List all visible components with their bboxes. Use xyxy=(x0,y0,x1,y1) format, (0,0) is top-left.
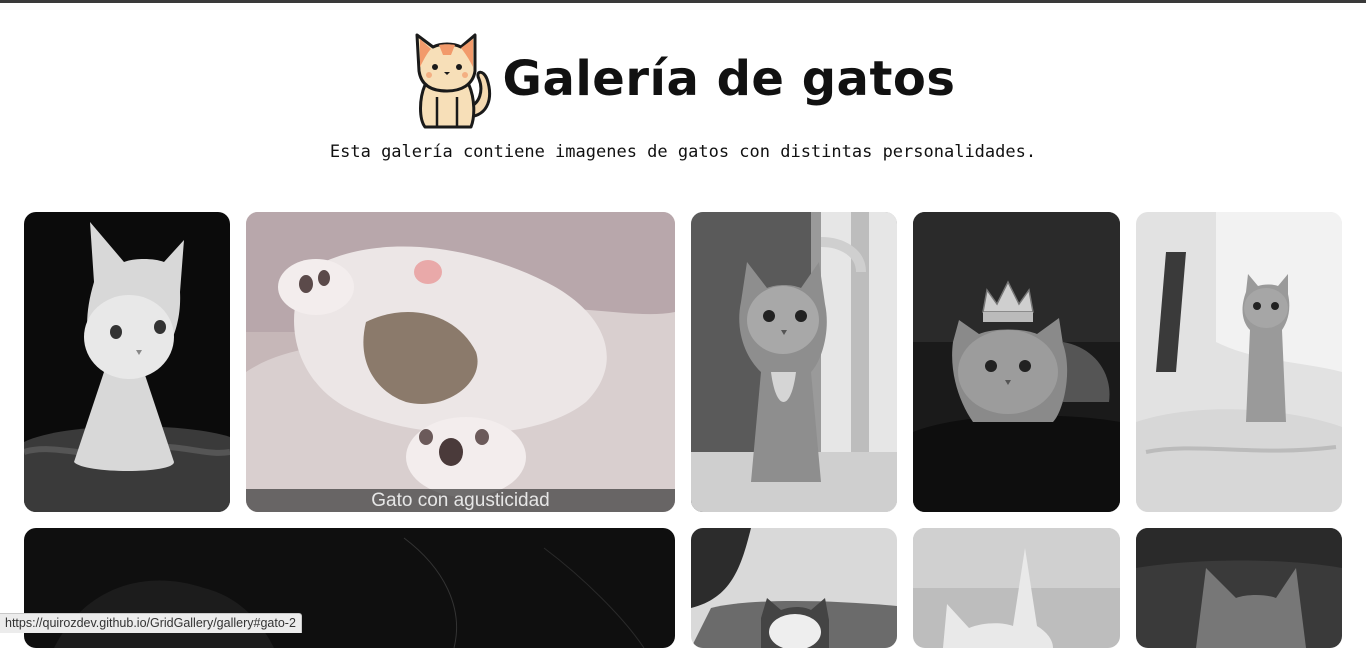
gallery-item-caption: Gato con agusticidad xyxy=(246,489,675,512)
gallery-item-gato-9[interactable] xyxy=(1136,528,1342,648)
gallery-item-gato-5[interactable] xyxy=(1136,212,1342,512)
gallery-item-gato-2[interactable]: Gato con agusticidad xyxy=(246,212,675,512)
window-top-border xyxy=(0,0,1366,3)
gallery-item-gato-7[interactable] xyxy=(691,528,897,648)
browser-status-bar: https://quirozdev.github.io/GridGallery/… xyxy=(0,613,302,633)
page-title: Galería de gatos xyxy=(502,51,956,107)
cat-photo xyxy=(913,528,1120,648)
page-header: Galería de gatos xyxy=(0,24,1366,134)
cat-logo-icon xyxy=(415,33,491,129)
cat-photo xyxy=(913,212,1120,512)
cat-photo xyxy=(1136,212,1342,512)
cat-photo xyxy=(691,528,897,648)
cat-photo xyxy=(1136,528,1342,648)
cat-photo xyxy=(691,212,897,512)
gallery-item-gato-3[interactable] xyxy=(691,212,897,512)
cat-photo xyxy=(24,212,230,512)
gallery-item-gato-1[interactable] xyxy=(24,212,230,512)
cat-photo xyxy=(246,212,675,512)
gallery-item-gato-4[interactable] xyxy=(913,212,1120,512)
page-subtitle: Esta galería contiene imagenes de gatos … xyxy=(329,142,1037,162)
gallery-item-gato-8[interactable] xyxy=(913,528,1120,648)
